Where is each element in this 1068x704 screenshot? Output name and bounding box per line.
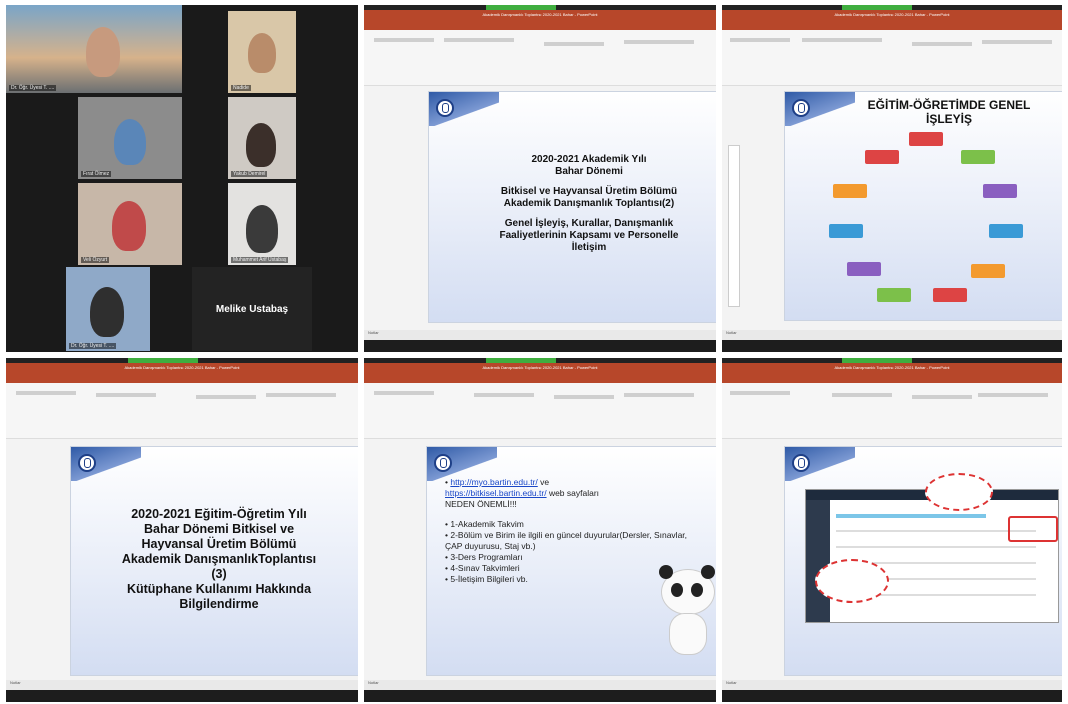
video-tile[interactable]: Dr. Öğr. Üyesi T. ....	[6, 5, 182, 93]
video-tile[interactable]: Nadide	[228, 11, 296, 93]
zoom-gallery: Dr. Öğr. Üyesi T. .... Nadide Fırat Ölme…	[6, 5, 358, 352]
university-logo-icon	[792, 99, 810, 117]
link-myo[interactable]: http://myo.bartin.edu.tr/	[450, 477, 537, 487]
video-tile[interactable]: Fırat Ölmez	[78, 97, 182, 179]
slide[interactable]: 2020-2021 Akademik Yılı Bahar Dönemi Bitk…	[428, 91, 716, 323]
participant-name: Yakub Demirel	[231, 171, 268, 177]
zoom-toolbar[interactable]	[722, 690, 1062, 702]
ribbon-tabs[interactable]: GirişEkleTasarımGeçişlerAnimasyonlar	[364, 20, 716, 34]
ribbon[interactable]	[364, 383, 716, 439]
video-tile[interactable]: Veli Özyurt	[78, 183, 182, 265]
slide-title: EĞİTİM-ÖĞRETİMDE GENEL İŞLEYİŞ	[867, 98, 1031, 126]
app-title: Akademik Danışmanlık Toplantısı 2020-202…	[364, 10, 716, 20]
university-logo-icon	[434, 454, 452, 472]
zoom-toolbar[interactable]	[722, 340, 1062, 352]
participant-name: Nadide	[231, 85, 251, 91]
participant-big-name: Melike Ustabaş	[215, 303, 289, 315]
panda-mascot-icon	[655, 565, 716, 657]
slide[interactable]: 2020-2021 Eğitim-Öğretim Yılı Bahar Dönem…	[70, 446, 358, 676]
zoom-toolbar[interactable]	[364, 690, 716, 702]
zoom-toolbar[interactable]	[364, 340, 716, 352]
video-tile[interactable]: Dr. Öğr. Üyesi T. ....	[66, 267, 150, 351]
video-tile[interactable]: Melike Ustabaş	[192, 267, 312, 351]
ribbon[interactable]	[364, 30, 716, 86]
university-logo-icon	[436, 99, 454, 117]
participant-name: Dr. Öğr. Üyesi T. ....	[9, 85, 57, 91]
ribbon[interactable]	[6, 383, 358, 439]
ppt-window-3: Akademik Danışmanlık Toplantısı 2020-202…	[6, 358, 358, 702]
participant-name: Fırat Ölmez	[81, 171, 112, 177]
participant-name: Muhammet Arif Ustabaş	[231, 257, 289, 263]
slide[interactable]: EĞİTİM-ÖĞRETİMDE GENEL İŞLEYİŞ	[784, 91, 1062, 321]
ppt-window-4: Akademik Danışmanlık Toplantısı 2020-202…	[364, 358, 716, 702]
slide[interactable]: • http://myo.bartin.edu.tr/ ve https://b…	[426, 446, 716, 676]
thumbnail-panel[interactable]	[728, 145, 740, 307]
ribbon[interactable]	[722, 30, 1062, 86]
university-logo-icon	[78, 454, 96, 472]
slide[interactable]	[784, 446, 1062, 676]
callout-bubble	[815, 559, 889, 603]
ribbon[interactable]	[722, 383, 1062, 439]
callout-bubble	[925, 473, 993, 511]
participant-name: Veli Özyurt	[81, 257, 110, 263]
video-tile[interactable]: Yakub Demirel	[228, 97, 296, 179]
university-logo-icon	[792, 454, 810, 472]
participant-name: Dr. Öğr. Üyesi T. ....	[69, 343, 117, 349]
ppt-window-5: Akademik Danışmanlık Toplantısı 2020-202…	[722, 358, 1062, 702]
ppt-window-1: Akademik Danışmanlık Toplantısı 2020-202…	[364, 5, 716, 352]
video-tile[interactable]: Muhammet Arif Ustabaş	[228, 183, 296, 265]
website-screenshot	[805, 489, 1059, 623]
notes-bar[interactable]: Notlar	[364, 330, 716, 340]
zoom-toolbar[interactable]	[6, 690, 358, 702]
ppt-window-2: Akademik Danışmanlık Toplantısı 2020-202…	[722, 5, 1062, 352]
link-bitkisel[interactable]: https://bitkisel.bartin.edu.tr/	[445, 488, 547, 498]
